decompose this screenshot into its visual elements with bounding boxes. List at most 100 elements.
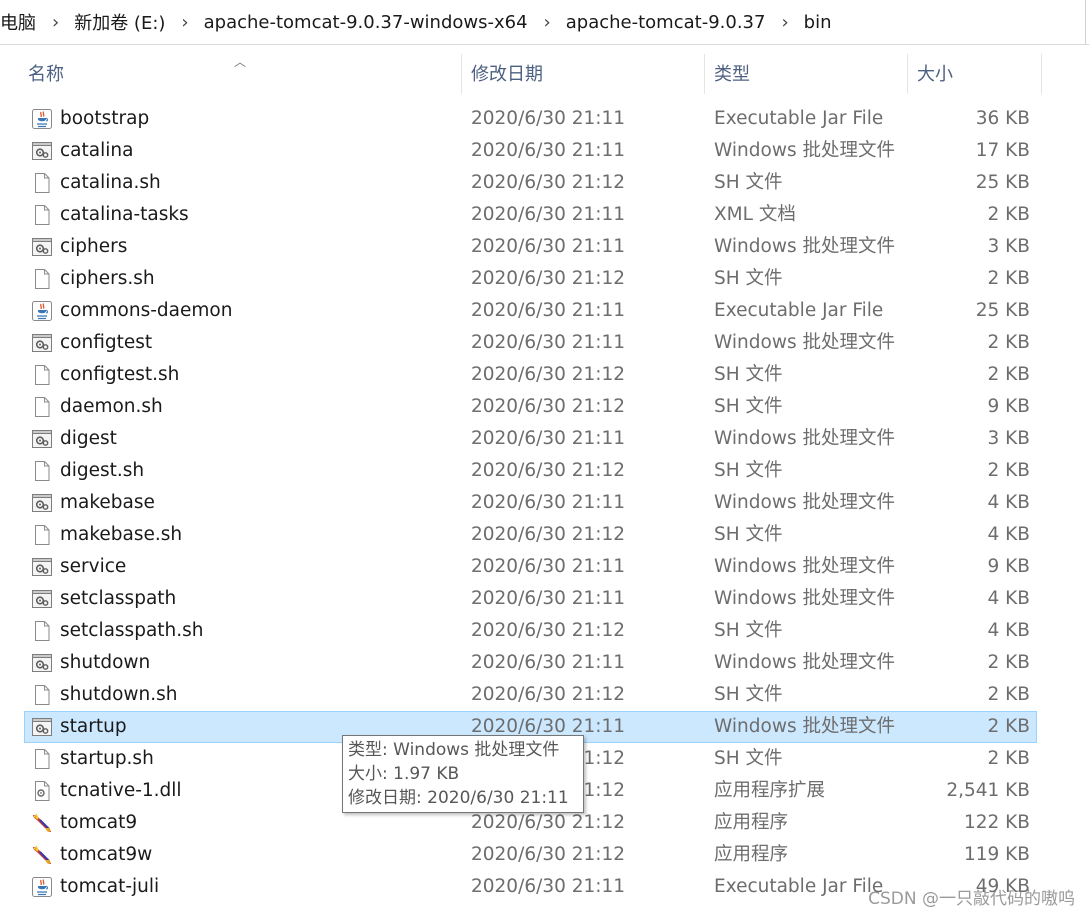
file-row[interactable]: digest.sh 2020/6/30 21:12 SH 文件 2 KB — [24, 455, 1037, 487]
file-size: 3 KB — [987, 428, 1030, 449]
file-row[interactable]: makebase.sh 2020/6/30 21:12 SH 文件 4 KB — [24, 519, 1037, 551]
breadcrumb-item-tomcat-windows[interactable]: apache-tomcat-9.0.37-windows-x64 — [202, 12, 530, 33]
file-type: Windows 批处理文件 — [714, 716, 895, 737]
file-name: startup.sh — [60, 748, 154, 769]
file-size: 2 KB — [987, 332, 1030, 353]
chevron-right-icon[interactable]: › — [781, 12, 788, 33]
file-type: Windows 批处理文件 — [714, 652, 895, 673]
file-modified-date: 2020/6/30 21:12 — [471, 684, 626, 705]
file-modified-date: 2020/6/30 21:11 — [471, 652, 626, 673]
file-type: 应用程序 — [714, 812, 789, 833]
column-header-type[interactable]: 类型 — [710, 54, 907, 94]
file-row[interactable]: configtest.sh 2020/6/30 21:12 SH 文件 2 KB — [24, 359, 1037, 391]
batch-file-icon — [31, 428, 53, 450]
file-size: 17 KB — [975, 140, 1030, 161]
file-row[interactable]: commons-daemon 2020/6/30 21:11 Executable … — [24, 295, 1037, 327]
file-row[interactable]: configtest 2020/6/30 21:11 Windows 批处理文件 2 … — [24, 327, 1037, 359]
file-row[interactable]: ciphers 2020/6/30 21:11 Windows 批处理文件 3 KB — [24, 231, 1037, 263]
blank-file-icon — [31, 364, 53, 386]
file-size: 36 KB — [975, 108, 1030, 129]
tooltip-size: 大小: 1.97 KB — [348, 764, 460, 784]
batch-file-icon — [31, 556, 53, 578]
file-row[interactable]: catalina.sh 2020/6/30 21:12 SH 文件 25 KB — [24, 167, 1037, 199]
column-divider[interactable] — [461, 54, 462, 94]
blank-file-icon — [31, 172, 53, 194]
watermark: CSDN @一只敲代码的嗷呜 — [868, 889, 1075, 909]
file-row[interactable]: shutdown 2020/6/30 21:11 Windows 批处理文件 2 KB — [24, 647, 1037, 679]
tomcat-app-icon — [31, 812, 53, 834]
blank-file-icon — [31, 620, 53, 642]
chevron-right-icon[interactable]: › — [544, 12, 551, 33]
batch-file-icon — [31, 588, 53, 610]
breadcrumb: 电脑 › 新加卷 (E:) › apache-tomcat-9.0.37-win… — [0, 9, 834, 35]
file-row[interactable]: tomcat9w 2020/6/30 21:12 应用程序 119 KB — [24, 839, 1037, 871]
file-size: 25 KB — [975, 300, 1030, 321]
column-divider[interactable] — [704, 54, 705, 94]
file-type: Executable Jar File — [714, 300, 884, 321]
column-header-row: ︿ 名称 修改日期 类型 大小 — [0, 54, 1089, 94]
batch-file-icon — [31, 492, 53, 514]
blank-file-icon — [31, 524, 53, 546]
file-size: 2 KB — [987, 364, 1030, 385]
file-type: 应用程序 — [714, 844, 789, 865]
file-modified-date: 2020/6/30 21:12 — [471, 172, 626, 193]
batch-file-icon — [31, 332, 53, 354]
address-bar-edge — [1085, 0, 1089, 44]
file-name: catalina-tasks — [60, 204, 189, 225]
file-size: 2 KB — [987, 716, 1030, 737]
file-row[interactable]: digest 2020/6/30 21:11 Windows 批处理文件 3 KB — [24, 423, 1037, 455]
file-row[interactable]: service 2020/6/30 21:11 Windows 批处理文件 9 KB — [24, 551, 1037, 583]
file-row[interactable]: ciphers.sh 2020/6/30 21:12 SH 文件 2 KB — [24, 263, 1037, 295]
file-name: tomcat-juli — [60, 876, 160, 897]
file-name: ciphers — [60, 236, 128, 257]
file-name: makebase — [60, 492, 155, 513]
breadcrumb-item-pc[interactable]: 电脑 — [0, 9, 38, 35]
file-modified-date: 2020/6/30 21:11 — [471, 428, 626, 449]
breadcrumb-item-bin[interactable]: bin — [802, 12, 834, 33]
file-size: 4 KB — [987, 620, 1030, 641]
file-row[interactable]: catalina-tasks 2020/6/30 21:11 XML 文档 2 KB — [24, 199, 1037, 231]
file-name: tomcat9w — [60, 844, 153, 865]
file-row[interactable]: catalina 2020/6/30 21:11 Windows 批处理文件 17 K… — [24, 135, 1037, 167]
file-name: digest — [60, 428, 117, 449]
file-modified-date: 2020/6/30 21:11 — [471, 588, 626, 609]
file-row[interactable]: setclasspath.sh 2020/6/30 21:12 SH 文件 4 KB — [24, 615, 1037, 647]
file-row[interactable]: setclasspath 2020/6/30 21:11 Windows 批处理文件… — [24, 583, 1037, 615]
column-header-name[interactable]: 名称 — [24, 54, 461, 94]
file-size: 122 KB — [963, 812, 1030, 833]
file-modified-date: 2020/6/30 21:11 — [471, 300, 626, 321]
file-name: configtest.sh — [60, 364, 180, 385]
file-type: Windows 批处理文件 — [714, 492, 895, 513]
file-name: setclasspath — [60, 588, 177, 609]
file-name: tomcat9 — [60, 812, 138, 833]
batch-file-icon — [31, 652, 53, 674]
address-bar[interactable]: 电脑 › 新加卷 (E:) › apache-tomcat-9.0.37-win… — [0, 0, 1089, 45]
java-jar-icon — [31, 108, 53, 130]
chevron-right-icon[interactable]: › — [52, 12, 59, 33]
file-row[interactable]: shutdown.sh 2020/6/30 21:12 SH 文件 2 KB — [24, 679, 1037, 711]
file-name: catalina — [60, 140, 134, 161]
chevron-right-icon[interactable]: › — [181, 12, 188, 33]
file-modified-date: 2020/6/30 21:11 — [471, 332, 626, 353]
column-header-size[interactable]: 大小 — [913, 54, 1041, 94]
file-row[interactable]: daemon.sh 2020/6/30 21:12 SH 文件 9 KB — [24, 391, 1037, 423]
batch-file-icon — [31, 716, 53, 738]
file-row[interactable]: bootstrap 2020/6/30 21:11 Executable Jar F… — [24, 103, 1037, 135]
column-divider[interactable] — [907, 54, 908, 94]
tooltip-date: 修改日期: 2020/6/30 21:11 — [348, 788, 569, 808]
file-name: digest.sh — [60, 460, 145, 481]
file-row[interactable]: makebase 2020/6/30 21:11 Windows 批处理文件 4 KB — [24, 487, 1037, 519]
file-name: startup — [60, 716, 127, 737]
blank-file-icon — [31, 460, 53, 482]
column-header-date[interactable]: 修改日期 — [467, 54, 704, 94]
blank-file-icon — [31, 748, 53, 770]
file-type: SH 文件 — [714, 364, 783, 385]
column-divider[interactable] — [1041, 54, 1042, 94]
batch-file-icon — [31, 140, 53, 162]
file-size: 2,541 KB — [946, 780, 1030, 801]
breadcrumb-item-tomcat[interactable]: apache-tomcat-9.0.37 — [564, 12, 768, 33]
blank-file-icon — [31, 396, 53, 418]
breadcrumb-item-drive[interactable]: 新加卷 (E:) — [72, 9, 167, 35]
file-modified-date: 2020/6/30 21:12 — [471, 844, 626, 865]
file-modified-date: 2020/6/30 21:12 — [471, 460, 626, 481]
